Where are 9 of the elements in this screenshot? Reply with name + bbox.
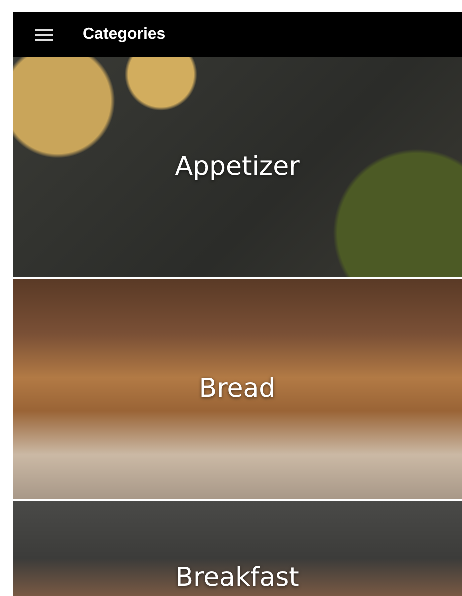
category-label: Bread [199, 374, 276, 404]
menu-icon [35, 28, 53, 40]
category-label: Appetizer [175, 152, 300, 182]
category-card[interactable]: Breakfast [13, 501, 462, 596]
category-label: Breakfast [176, 563, 300, 593]
category-card[interactable]: Appetizer [13, 57, 462, 277]
category-card[interactable]: Bread [13, 279, 462, 499]
page-title: Categories [83, 26, 166, 44]
menu-button[interactable] [35, 28, 53, 40]
